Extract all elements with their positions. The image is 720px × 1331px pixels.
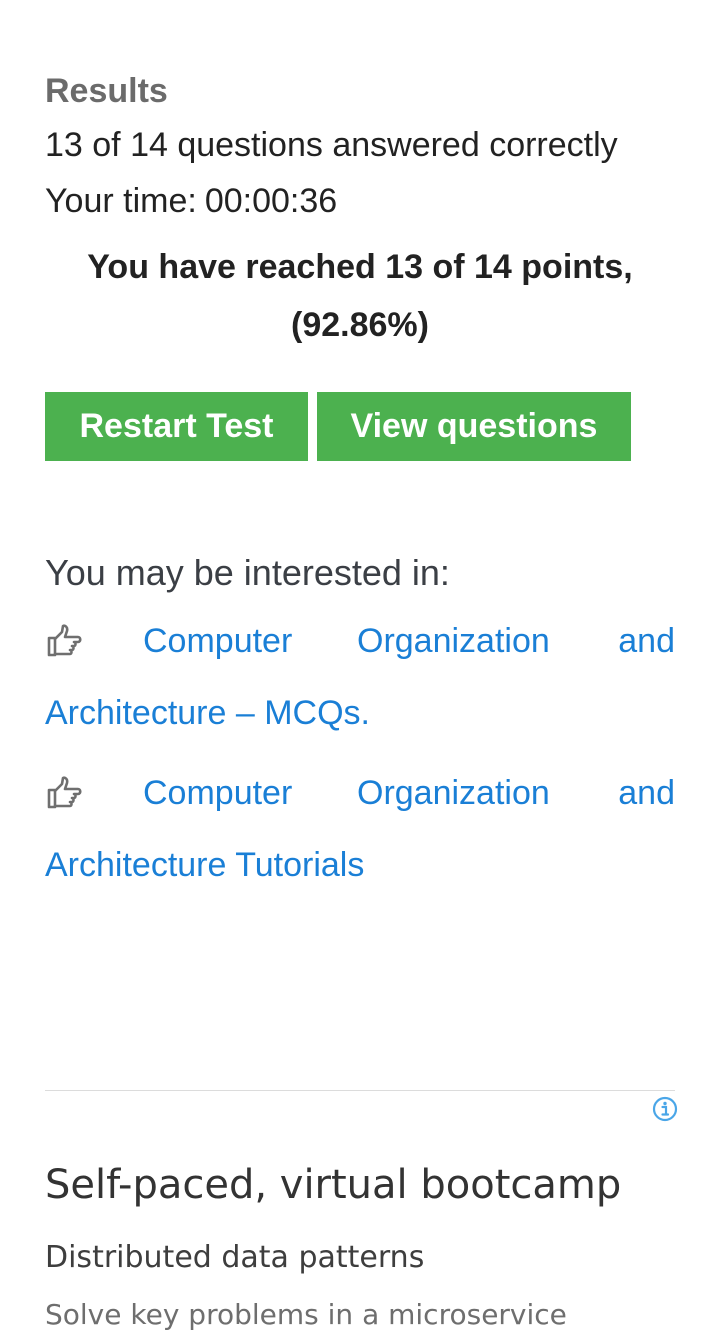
info-icon[interactable] (652, 1096, 678, 1122)
time-label: Your time: (45, 182, 197, 220)
recommendation-link-word-1[interactable]: Computer (143, 774, 292, 813)
time-summary: Your time: 00:00:36 (45, 182, 337, 221)
hand-pointing-icon (47, 624, 82, 657)
ad-divider (45, 1090, 675, 1091)
hand-pointing-icon (47, 776, 82, 809)
time-value: 00:00:36 (204, 182, 338, 220)
recommendation-item: Computer Organization and Architecture T… (45, 770, 675, 885)
restart-test-button[interactable]: Restart Test (45, 392, 308, 461)
recommendation-link-word-1[interactable]: Computer (143, 622, 292, 661)
results-heading: Results (45, 72, 168, 110)
points-summary: You have reached 13 of 14 points, (92.86… (45, 238, 675, 354)
ad-title[interactable]: Self-paced, virtual bootcamp (45, 1162, 621, 1208)
recommendation-link-word-3[interactable]: and (618, 622, 675, 661)
recommendation-link-word-2[interactable]: Organization (357, 622, 550, 661)
recommendations-heading: You may be interested in: (45, 552, 450, 593)
recommendation-link-line2[interactable]: Architecture – MCQs. (45, 694, 370, 732)
view-questions-button[interactable]: View questions (317, 392, 631, 461)
recommendation-link-line2[interactable]: Architecture Tutorials (45, 846, 364, 884)
points-text: You have reached 13 of 14 points, (87, 248, 633, 286)
ad-subtitle[interactable]: Distributed data patterns (45, 1240, 424, 1275)
correct-answers-summary: 13 of 14 questions answered correctly (45, 126, 618, 164)
recommendation-link-word-2[interactable]: Organization (357, 774, 550, 813)
recommendation-item: Computer Organization and Architecture –… (45, 618, 675, 733)
points-percentage: (92.86%) (291, 306, 429, 344)
recommendation-link-word-3[interactable]: and (618, 774, 675, 813)
